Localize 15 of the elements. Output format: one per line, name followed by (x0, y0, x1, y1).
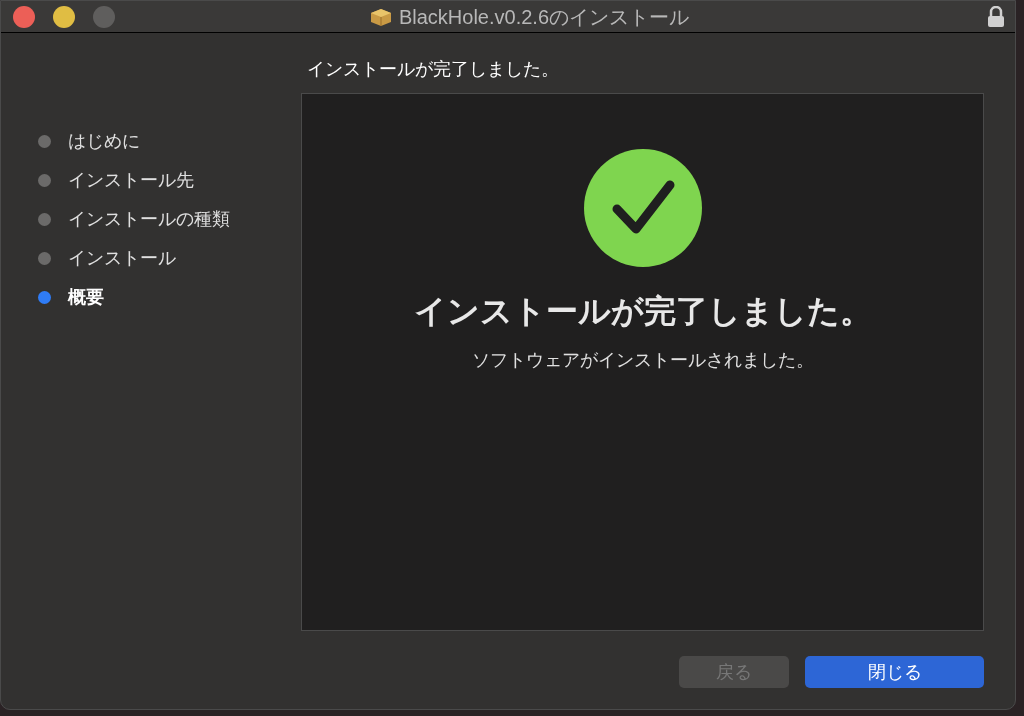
step-label: インストールの種類 (68, 207, 230, 231)
completion-title: インストールが完了しました。 (413, 292, 872, 331)
step-label: 概要 (68, 285, 104, 309)
completion-message: ソフトウェアがインストールされました。 (471, 349, 814, 372)
window-title: BlackHole.v0.2.6のインストール (398, 4, 690, 30)
page-heading: インストールが完了しました。 (307, 57, 559, 81)
close-window-button[interactable] (13, 5, 35, 28)
minimize-window-button[interactable] (53, 5, 75, 28)
step-label: はじめに (68, 129, 140, 153)
lock-icon (987, 6, 1005, 28)
zoom-window-button[interactable] (93, 5, 115, 28)
checkmark-icon (583, 149, 702, 267)
step-label: インストール (68, 246, 176, 270)
close-button[interactable]: 閉じる (805, 656, 984, 688)
step-label: インストール先 (68, 168, 194, 192)
